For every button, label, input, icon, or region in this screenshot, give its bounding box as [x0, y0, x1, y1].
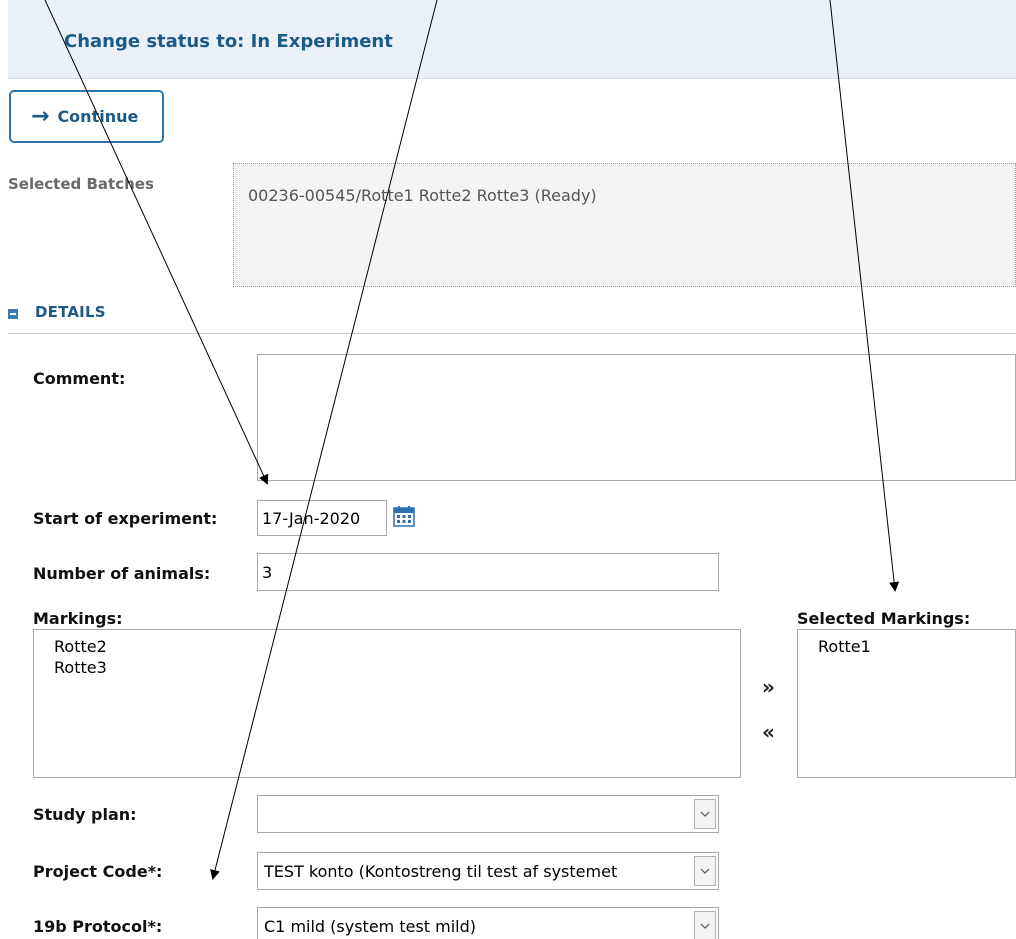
details-section-header[interactable]: DETAILS [8, 303, 1016, 334]
protocol-label: 19b Protocol*: [33, 917, 163, 936]
protocol-value: C1 mild (system test mild) [264, 916, 477, 936]
details-title: DETAILS [35, 303, 106, 321]
collapse-icon[interactable] [8, 309, 18, 319]
project-code-label: Project Code*: [33, 862, 163, 881]
start-of-experiment-label: Start of experiment: [33, 509, 218, 528]
comment-label: Comment: [33, 369, 126, 388]
comment-textarea[interactable] [257, 354, 1016, 481]
project-code-value: TEST konto (Kontostreng til test af syst… [264, 861, 618, 881]
number-of-animals-input[interactable]: 3 [257, 553, 719, 591]
project-code-select[interactable]: TEST konto (Kontostreng til test af syst… [257, 852, 719, 890]
list-item[interactable]: Rotte2 [54, 636, 740, 657]
list-item[interactable]: Rotte1 [818, 636, 1015, 657]
move-right-button[interactable]: » [762, 675, 775, 699]
arrow-right-icon: → [31, 103, 50, 129]
chevron-down-icon[interactable] [694, 799, 716, 829]
number-of-animals-label: Number of animals: [33, 564, 211, 583]
markings-label: Markings: [33, 609, 123, 628]
page-header: Change status to: In Experiment [8, 0, 1016, 79]
move-left-button[interactable]: « [762, 720, 775, 744]
chevron-down-icon[interactable] [694, 856, 716, 886]
selected-markings-label: Selected Markings: [797, 609, 971, 628]
selected-markings-listbox[interactable]: Rotte1 [797, 629, 1016, 778]
list-item[interactable]: Rotte3 [54, 657, 740, 678]
continue-label: Continue [57, 107, 139, 126]
chevron-down-icon[interactable] [694, 911, 716, 939]
continue-button[interactable]: → Continue [9, 90, 164, 143]
study-plan-label: Study plan: [33, 805, 137, 824]
annotation-arrow [829, 0, 900, 592]
selected-batches-box: 00236-00545/Rotte1 Rotte2 Rotte3 (Ready) [233, 163, 1016, 287]
study-plan-select[interactable] [257, 795, 719, 833]
markings-listbox[interactable]: Rotte2 Rotte3 [33, 629, 741, 778]
selected-batches-label: Selected Batches [8, 175, 154, 193]
page-title: Change status to: In Experiment [64, 31, 393, 52]
selected-batches-value: 00236-00545/Rotte1 Rotte2 Rotte3 (Ready) [248, 186, 597, 205]
calendar-icon[interactable] [393, 505, 415, 527]
protocol-select[interactable]: C1 mild (system test mild) [257, 907, 719, 939]
start-date-input[interactable]: 17-Jan-2020 [257, 500, 387, 536]
